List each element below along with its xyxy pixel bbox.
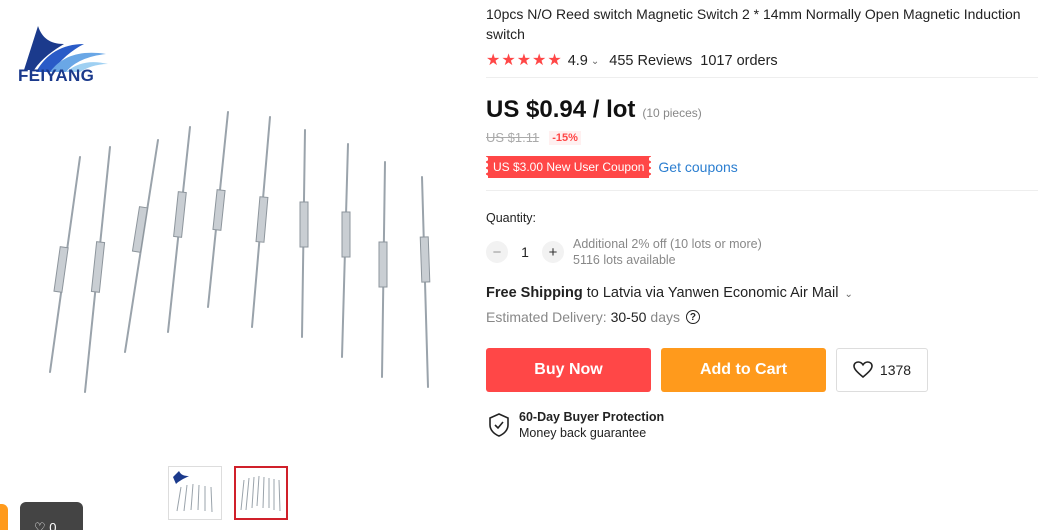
chevron-down-icon[interactable]: ⌄ bbox=[591, 56, 599, 67]
help-icon[interactable]: ? bbox=[685, 310, 700, 324]
quantity-decrease-button[interactable]: − bbox=[486, 241, 508, 263]
star-icon: ★ bbox=[501, 52, 516, 69]
thumbnail-strip bbox=[168, 466, 288, 520]
current-price: US $0.94 / lot bbox=[486, 96, 636, 123]
price-row: US $0.94 / lot (10 pieces) bbox=[486, 96, 1046, 124]
buy-now-button[interactable]: Buy Now bbox=[486, 348, 651, 392]
buyer-protection: 60-Day Buyer Protection Money back guara… bbox=[486, 410, 1046, 440]
free-shipping-label: Free Shipping bbox=[486, 285, 583, 301]
rating-stars: ★ ★ ★ ★ ★ bbox=[486, 53, 562, 69]
thumbnail-2[interactable] bbox=[234, 466, 288, 520]
wishlist-button[interactable]: 1378 bbox=[836, 348, 928, 392]
shipping-row[interactable]: Free Shipping to Latvia via Yanwen Econo… bbox=[486, 285, 1046, 301]
quantity-notes: Additional 2% off (10 lots or more) 5116… bbox=[573, 236, 762, 268]
estimated-delivery-value: 30-50 bbox=[610, 309, 647, 325]
orders-count: 1017 orders bbox=[700, 53, 778, 69]
floating-wishlist-pill[interactable]: ♡ 0 bbox=[20, 502, 83, 530]
thumbnail-1[interactable] bbox=[168, 466, 222, 520]
original-price-row: US $1.11 -15% bbox=[486, 130, 1046, 145]
main-product-image[interactable] bbox=[30, 92, 460, 432]
shipping-details: to Latvia via Yanwen Economic Air Mail bbox=[586, 285, 839, 301]
action-buttons: Buy Now Add to Cart 1378 bbox=[486, 348, 1046, 392]
chevron-down-icon[interactable]: ⌄ bbox=[844, 289, 852, 300]
estimated-delivery-label: Estimated Delivery: bbox=[486, 309, 607, 325]
brand-logo-text: FEIYANG bbox=[18, 66, 95, 85]
protection-title: 60-Day Buyer Protection bbox=[519, 410, 665, 424]
estimated-delivery-unit: days bbox=[650, 309, 680, 325]
bulk-discount-note: Additional 2% off (10 lots or more) bbox=[573, 237, 762, 251]
get-coupons-link[interactable]: Get coupons bbox=[658, 159, 737, 175]
divider bbox=[486, 77, 1038, 78]
quantity-input[interactable]: 1 bbox=[508, 244, 542, 260]
stock-available: 5116 lots available bbox=[573, 253, 676, 267]
discount-badge: -15% bbox=[549, 130, 581, 145]
star-icon: ★ bbox=[516, 52, 532, 69]
side-float-tab[interactable] bbox=[0, 504, 8, 530]
reviews-link[interactable]: 455 Reviews bbox=[609, 53, 692, 69]
rating-value[interactable]: 4.9 bbox=[568, 53, 588, 69]
shield-check-icon bbox=[489, 413, 509, 437]
heart-icon: ♡ bbox=[34, 520, 46, 530]
estimated-delivery: Estimated Delivery: 30-50 days ? bbox=[486, 309, 1046, 325]
rating-row: ★ ★ ★ ★ ★ 4.9 ⌄ 455 Reviews 1017 orders bbox=[486, 50, 1046, 72]
new-user-coupon[interactable]: US $3.00 New User Coupon bbox=[483, 156, 654, 178]
add-to-cart-button[interactable]: Add to Cart bbox=[661, 348, 826, 392]
star-icon: ★ bbox=[486, 52, 501, 69]
product-gallery: FEIYANG ♡ 0 bbox=[0, 0, 470, 530]
star-icon: ★ bbox=[547, 52, 562, 69]
quantity-stepper: − 1 + Additional 2% off (10 lots or more… bbox=[486, 236, 1046, 268]
floating-wishlist-count: 0 bbox=[49, 520, 57, 530]
product-page: FEIYANG ♡ 0 10pcs N/O Reed switch Magnet… bbox=[0, 0, 1046, 530]
quantity-increase-button[interactable]: + bbox=[542, 241, 564, 263]
heart-icon bbox=[853, 361, 873, 379]
quantity-label: Quantity: bbox=[486, 211, 537, 225]
original-price: US $1.11 bbox=[486, 130, 540, 145]
star-icon: ★ bbox=[532, 52, 547, 69]
product-info: 10pcs N/O Reed switch Magnetic Switch 2 … bbox=[483, 0, 1046, 440]
divider bbox=[486, 190, 1038, 191]
unit-note: (10 pieces) bbox=[642, 106, 702, 120]
product-title: 10pcs N/O Reed switch Magnetic Switch 2 … bbox=[486, 6, 1021, 42]
wishlist-count: 1378 bbox=[879, 362, 912, 378]
coupon-row: US $3.00 New User Coupon Get coupons bbox=[483, 156, 1046, 178]
protection-subtitle: Money back guarantee bbox=[519, 426, 647, 440]
